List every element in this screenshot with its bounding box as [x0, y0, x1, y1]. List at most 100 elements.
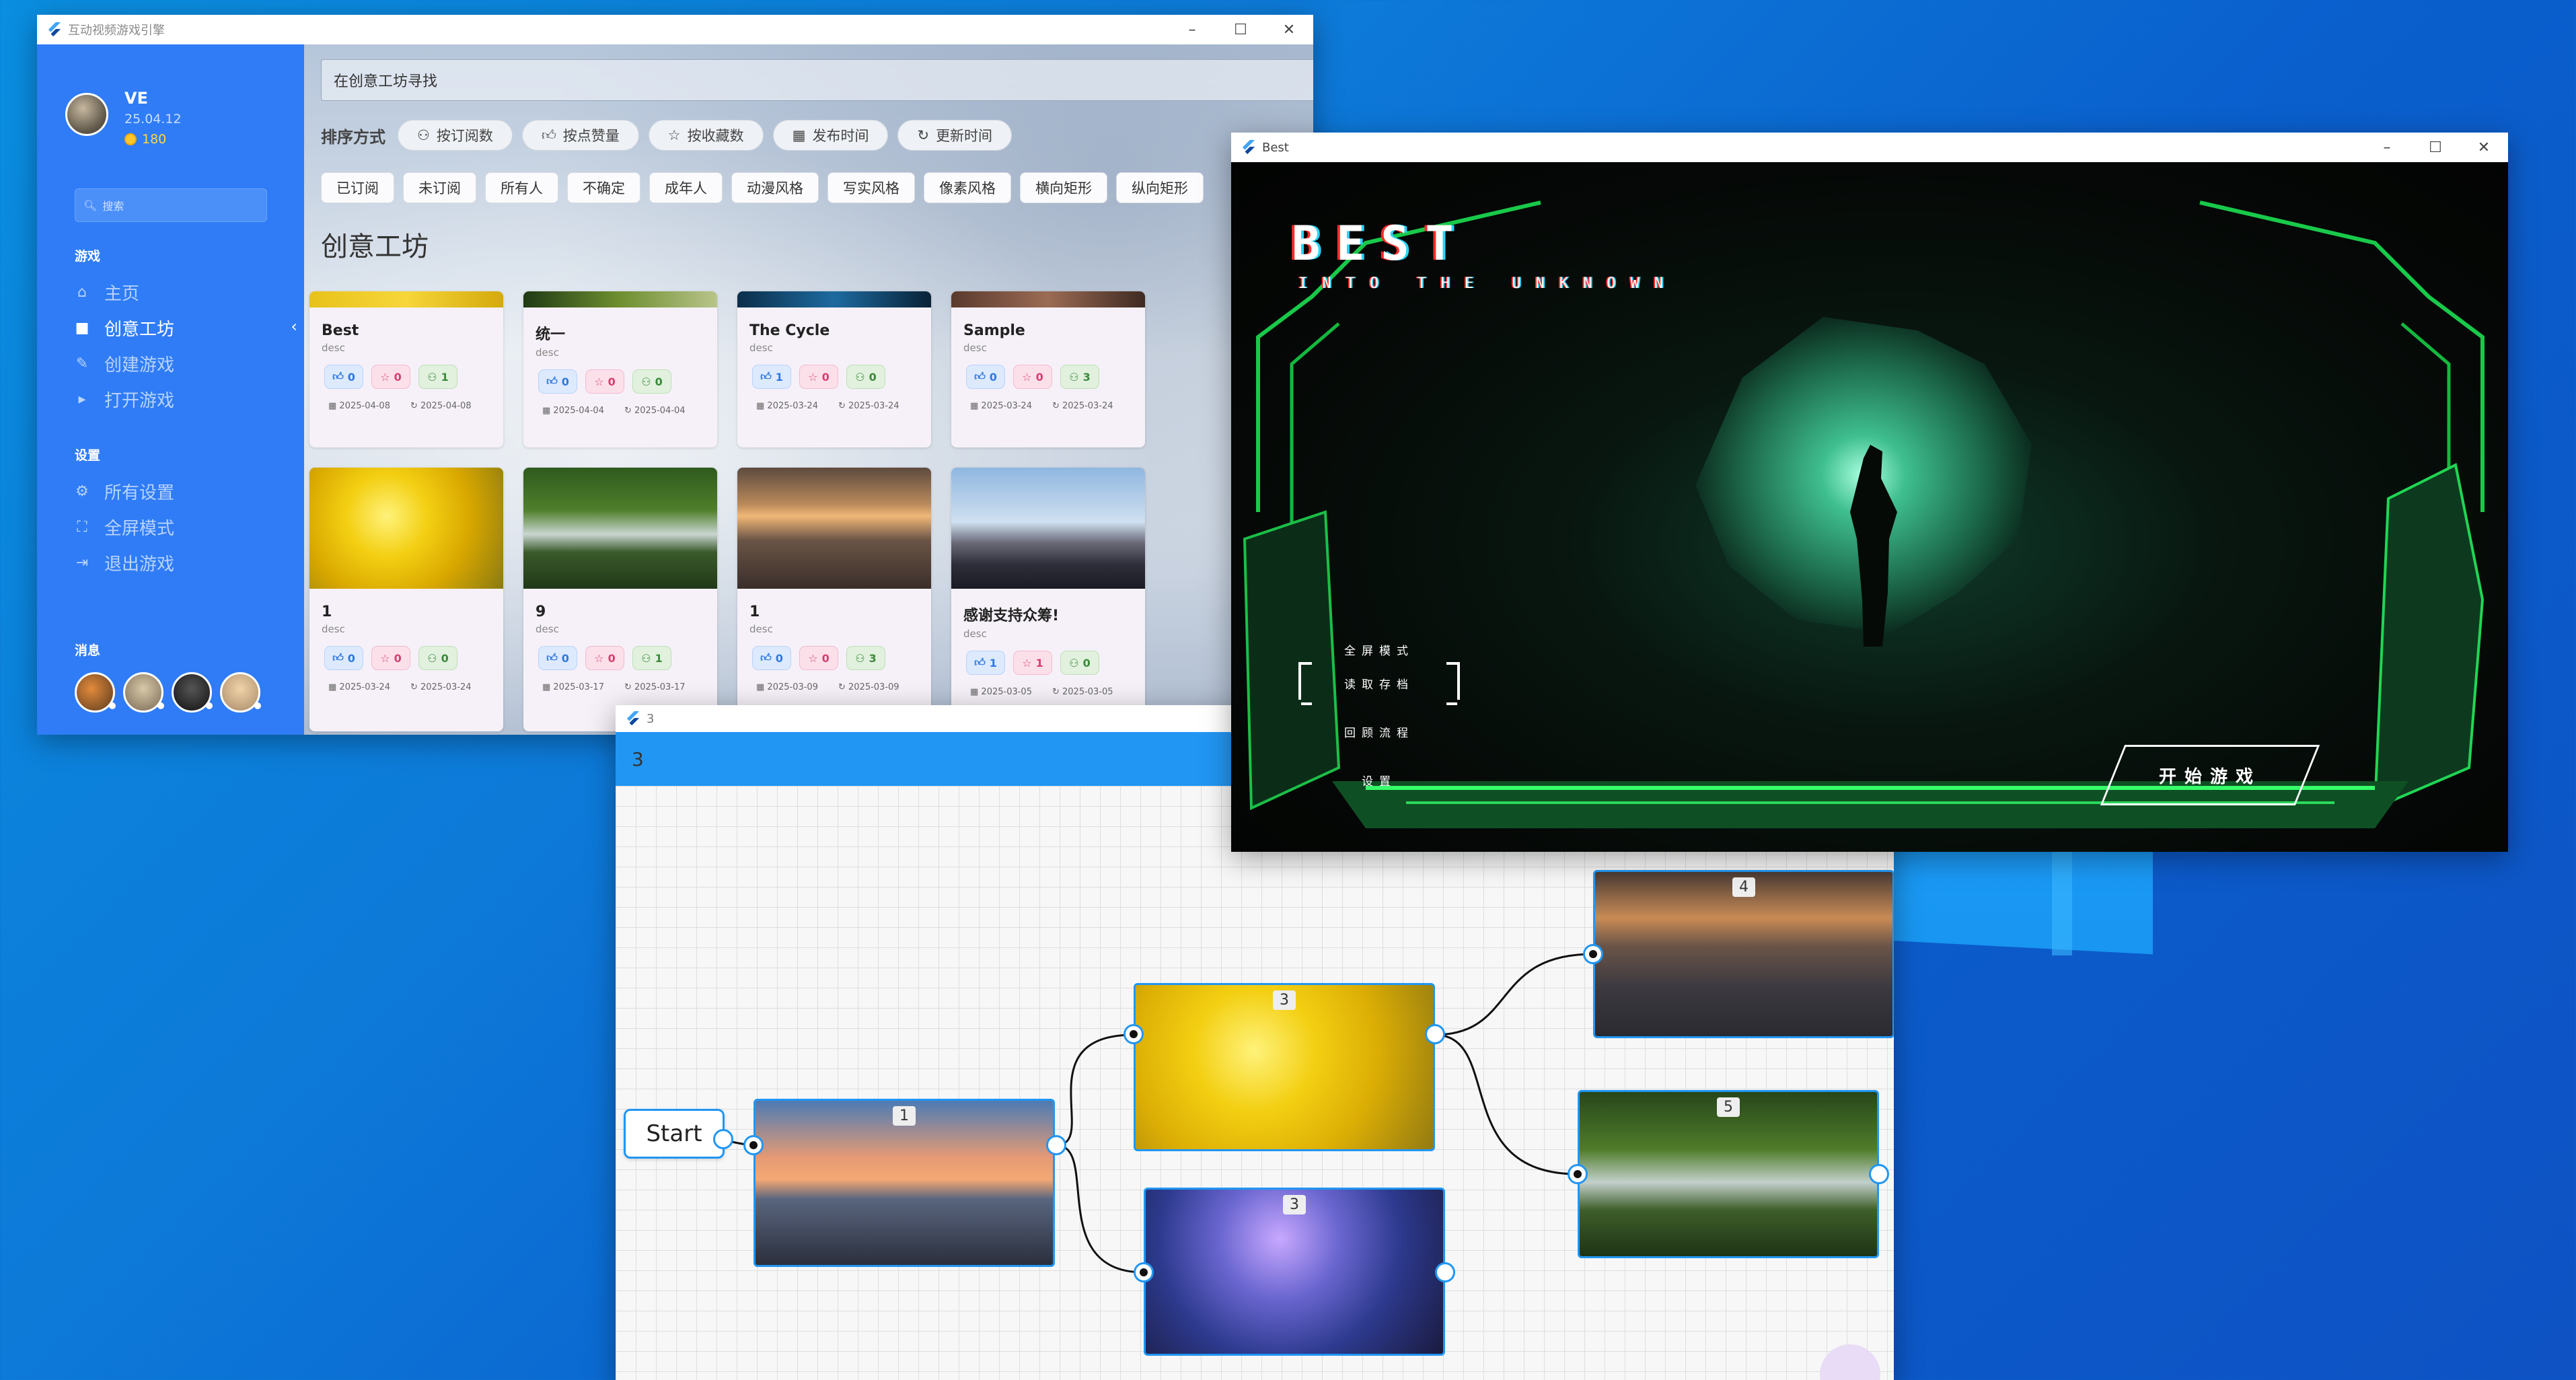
scene-node[interactable]: 4	[1593, 870, 1894, 1038]
subscribe-chip[interactable]: ⚇ 0	[846, 365, 885, 389]
maximize-icon[interactable]: ☐	[2411, 133, 2460, 162]
workshop-card[interactable]: 统一 desc 👍︎ 0 ☆ 0 ⚇ 0 ▦ 2025-04-04 ↻ 2025-04-…	[523, 291, 717, 447]
minimize-icon[interactable]: –	[1168, 15, 1216, 44]
node-input-port[interactable]	[743, 1135, 764, 1155]
sort-by-favorites-button[interactable]: ☆ 按收藏数	[648, 120, 764, 151]
subscribe-chip[interactable]: ⚇ 0	[1060, 651, 1099, 675]
workshop-card[interactable]: Sample desc 👍︎ 0 ☆ 0 ⚇ 3 ▦ 2025-03-24 ↻ 2025…	[951, 291, 1145, 447]
sidebar-item-all-settings[interactable]: ⚙ 所有设置	[75, 479, 174, 504]
favorite-chip[interactable]: ☆ 1	[1013, 651, 1052, 675]
favorite-chip[interactable]: ☆ 0	[799, 646, 838, 670]
menu-fullscreen[interactable]: 全屏模式	[1298, 641, 1460, 658]
tag-pixel-style[interactable]: 像素风格	[924, 172, 1011, 203]
node-input-port[interactable]	[1124, 1024, 1144, 1044]
subscribe-chip[interactable]: ⚇ 1	[632, 646, 671, 670]
node-input-port[interactable]	[1583, 944, 1603, 964]
sort-option-label: 按收藏数	[687, 128, 744, 144]
tag-realistic-style[interactable]: 写实风格	[827, 172, 915, 203]
subscribe-chip[interactable]: ⚇ 0	[418, 646, 457, 670]
like-chip[interactable]: 👍︎ 0	[324, 646, 363, 670]
workshop-card[interactable]: The Cycle desc 👍︎ 1 ☆ 0 ⚇ 0 ▦ 2025-03-24 ↻ 2…	[737, 291, 931, 447]
sidebar-search-input[interactable]: 🔍︎ 搜索	[75, 188, 267, 222]
star-icon: ☆	[594, 651, 604, 665]
avatar[interactable]	[220, 672, 261, 713]
like-chip[interactable]: 👍︎ 0	[538, 646, 577, 670]
sidebar-item-workshop[interactable]: ■ 创意工坊	[75, 316, 174, 340]
node-output-port[interactable]	[1425, 1024, 1445, 1044]
sort-by-update-time-button[interactable]: ↻ 更新时间	[897, 120, 1013, 151]
workshop-search-input[interactable]: 在创意工坊寻找	[321, 59, 1313, 101]
workshop-card[interactable]: 9 desc 👍︎ 0 ☆ 0 ⚇ 1 ▦ 2025-03-17 ↻ 2025-03-1…	[523, 468, 717, 731]
game-titlebar[interactable]: Best – ☐ ✕	[1231, 133, 2508, 162]
like-chip[interactable]: 👍︎ 0	[752, 646, 791, 670]
tag-everyone[interactable]: 所有人	[485, 172, 558, 203]
close-icon[interactable]: ✕	[2460, 133, 2508, 162]
game-scene[interactable]: BEST INTO THE UNKNOWN 全屏模式 读取存档 回顾流程 设置 …	[1231, 162, 2508, 852]
favorite-chip[interactable]: ☆ 0	[371, 365, 410, 389]
start-output-port[interactable]	[713, 1129, 733, 1149]
sort-by-subscriptions-button[interactable]: ⚇ 按订阅数	[398, 120, 513, 151]
menu-review-flow[interactable]: 回顾流程	[1298, 723, 1460, 740]
workshop-card[interactable]: Best desc 👍︎ 0 ☆ 0 ⚇ 1 ▦ 2025-04-08 ↻ 2025-0…	[309, 291, 503, 447]
flutter-logo-icon	[1242, 140, 1255, 155]
subscribe-chip[interactable]: ⚇ 1	[418, 365, 457, 389]
start-node[interactable]: Start	[624, 1109, 725, 1159]
workshop-card[interactable]: 感谢支持众筹! desc 👍︎ 1 ☆ 1 ⚇ 0 ▦ 2025-03-05 ↻ 202…	[951, 468, 1145, 731]
sidebar-item-fullscreen[interactable]: ⛶ 全屏模式	[75, 515, 174, 540]
thumbs-up-icon: 👍︎	[974, 656, 986, 669]
workshop-card[interactable]: 1 desc 👍︎ 0 ☆ 0 ⚇ 0 ▦ 2025-03-24 ↻ 2025-03-2…	[309, 468, 503, 731]
tag-unsubscribed[interactable]: 未订阅	[403, 172, 476, 203]
subscribe-chip[interactable]: ⚇ 3	[1060, 365, 1099, 389]
tag-portrait[interactable]: 纵向矩形	[1116, 172, 1204, 203]
node-input-port[interactable]	[1134, 1262, 1154, 1282]
updated-date: ↻ 2025-04-04	[624, 406, 686, 416]
tag-landscape[interactable]: 横向矩形	[1020, 172, 1107, 203]
workshop-titlebar[interactable]: 互动视频游戏引擎 – ☐ ✕	[37, 15, 1313, 44]
favorite-chip[interactable]: ☆ 0	[371, 646, 410, 670]
card-desc: desc	[749, 342, 773, 354]
sidebar-item-home[interactable]: ⌂ 主页	[75, 280, 139, 305]
favorite-chip[interactable]: ☆ 0	[1013, 365, 1052, 389]
subscribe-chip[interactable]: ⚇ 3	[846, 646, 885, 670]
sort-by-publish-time-button[interactable]: ▦ 发布时间	[772, 120, 889, 151]
avatar[interactable]	[75, 672, 116, 713]
sidebar-item-exit[interactable]: ⇥ 退出游戏	[75, 550, 174, 575]
avatar[interactable]	[123, 672, 164, 713]
collapse-sidebar-icon[interactable]: ‹	[291, 317, 297, 336]
favorite-chip[interactable]: ☆ 0	[799, 365, 838, 389]
user-avatar[interactable]	[65, 93, 108, 136]
sidebar-item-open-game[interactable]: ▸ 打开游戏	[75, 387, 174, 412]
menu-settings[interactable]: 设置	[1298, 772, 1460, 789]
like-chip[interactable]: 👍︎ 1	[966, 651, 1005, 675]
menu-load-save[interactable]: 读取存档	[1298, 675, 1460, 692]
maximize-icon[interactable]: ☐	[1216, 15, 1265, 44]
node-input-port[interactable]	[1568, 1164, 1588, 1184]
node-output-port[interactable]	[1869, 1164, 1889, 1184]
scene-node[interactable]: 3	[1144, 1188, 1445, 1356]
like-chip[interactable]: 👍︎ 1	[752, 365, 791, 389]
flow-canvas[interactable]: Start 1 3 3 4 5	[616, 786, 1894, 1380]
tag-adult[interactable]: 成年人	[649, 172, 723, 203]
node-output-port[interactable]	[1435, 1262, 1455, 1282]
scene-node[interactable]: 3	[1134, 983, 1435, 1151]
minimize-icon[interactable]: –	[2363, 133, 2411, 162]
avatar[interactable]	[172, 672, 213, 713]
tag-subscribed[interactable]: 已订阅	[321, 172, 394, 203]
close-icon[interactable]: ✕	[1265, 15, 1313, 44]
created-date: ▦ 2025-03-24	[756, 401, 818, 411]
favorite-chip[interactable]: ☆ 0	[585, 646, 624, 670]
scene-node[interactable]: 5	[1578, 1090, 1879, 1258]
like-chip[interactable]: 👍︎ 0	[966, 365, 1005, 389]
subscribe-chip[interactable]: ⚇ 0	[632, 369, 671, 394]
tag-anime-style[interactable]: 动漫风格	[731, 172, 819, 203]
favorite-chip[interactable]: ☆ 0	[585, 369, 624, 394]
like-chip[interactable]: 👍︎ 0	[538, 369, 577, 394]
like-chip[interactable]: 👍︎ 0	[324, 365, 363, 389]
sidebar-item-create-game[interactable]: ✎ 创建游戏	[75, 351, 174, 376]
node-output-port[interactable]	[1046, 1135, 1066, 1155]
scene-node[interactable]: 1	[753, 1099, 1055, 1267]
sort-by-likes-button[interactable]: 👍︎ 按点赞量	[521, 120, 639, 151]
tag-unsure[interactable]: 不确定	[567, 172, 640, 203]
workshop-card[interactable]: 1 desc 👍︎ 0 ☆ 0 ⚇ 3 ▦ 2025-03-09 ↻ 2025-03-0…	[737, 468, 931, 731]
card-thumbnail	[523, 468, 717, 589]
